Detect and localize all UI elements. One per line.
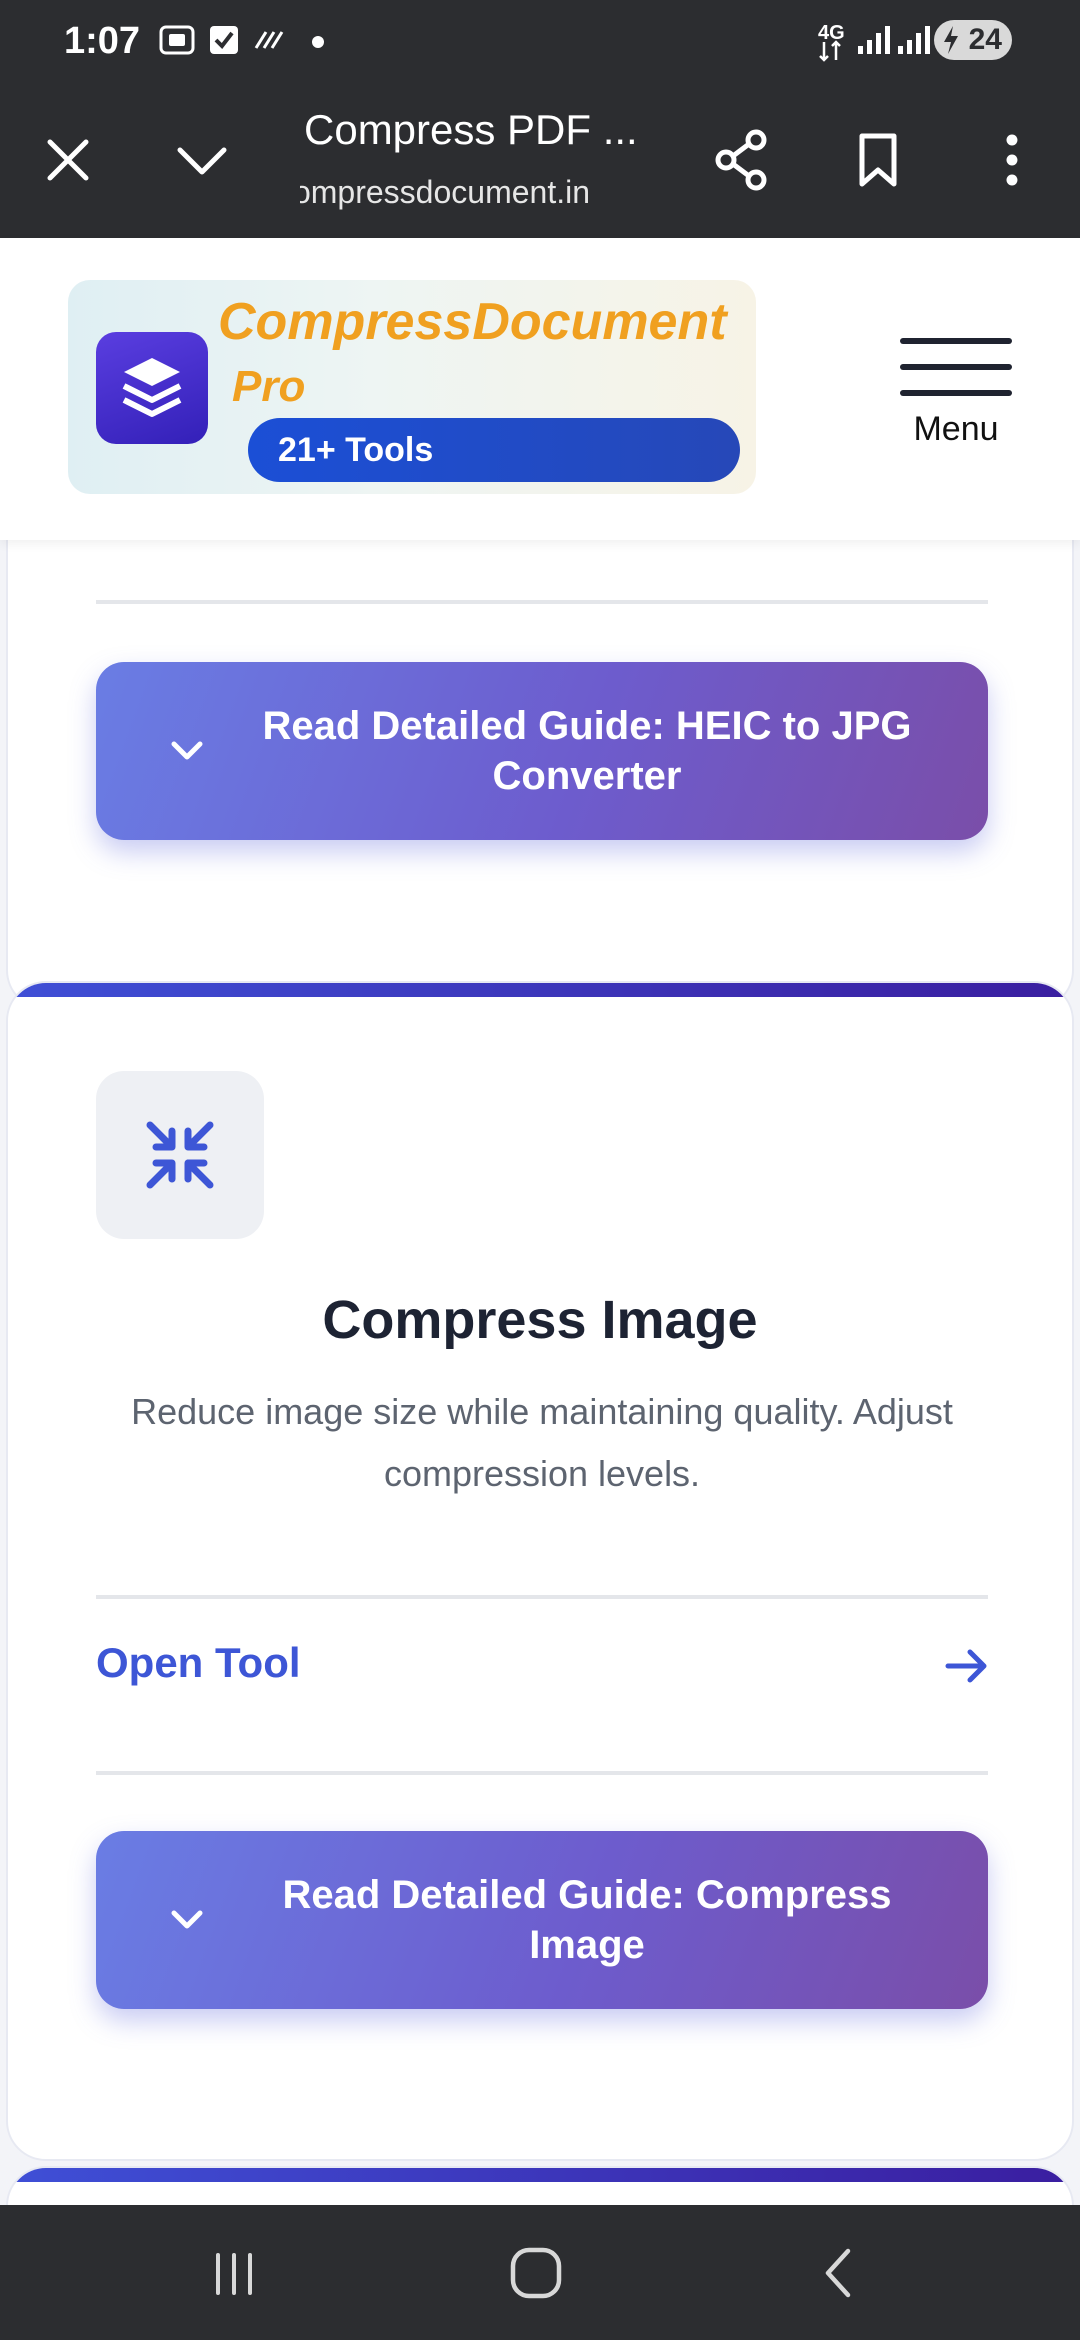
guide-label: Read Detailed Guide: Compress Image bbox=[282, 1873, 892, 1967]
site-logo[interactable]: CompressDocument Pro 21+ Tools bbox=[68, 280, 756, 494]
card-divider bbox=[96, 600, 988, 604]
tool-icon-box bbox=[96, 1071, 264, 1239]
hamburger-icon bbox=[900, 338, 1012, 344]
tool-description: Reduce image size while maintaining qual… bbox=[131, 1391, 953, 1494]
site-header: CompressDocument Pro 21+ Tools Menu bbox=[0, 238, 1080, 540]
card-divider bbox=[96, 1595, 988, 1599]
system-nav-bar bbox=[0, 2205, 1080, 2340]
logo-suffix: Pro bbox=[232, 362, 306, 411]
chevron-down-icon[interactable] bbox=[166, 124, 238, 196]
card-accent-bar bbox=[8, 2168, 1072, 2182]
card-accent-bar bbox=[8, 983, 1072, 997]
bookmark-icon[interactable] bbox=[842, 124, 914, 196]
charging-icon bbox=[944, 26, 958, 54]
tools-list: Read Detailed Guide: HEIC to JPG Convert… bbox=[0, 540, 1080, 2205]
tools-badge: 21+ Tools bbox=[248, 418, 740, 482]
data-arrows-icon bbox=[819, 40, 841, 62]
custom-tab-bar: Compress PDF ... compressdocument.in bbox=[0, 82, 1080, 238]
arrow-right-icon[interactable] bbox=[944, 1643, 990, 1689]
recent-apps-icon[interactable] bbox=[204, 2249, 264, 2299]
tool-card-next bbox=[6, 2166, 1074, 2205]
hamburger-line bbox=[900, 390, 1012, 396]
chevron-down-icon bbox=[171, 1910, 203, 1929]
screenshot-icon bbox=[159, 25, 195, 55]
guide-label: Read Detailed Guide: HEIC to JPG Convert… bbox=[262, 704, 912, 798]
dot-icon bbox=[312, 36, 324, 48]
tool-card-heic: Read Detailed Guide: HEIC to JPG Convert… bbox=[6, 540, 1074, 1010]
menu-label: Menu bbox=[913, 410, 999, 448]
signal-icon bbox=[858, 26, 890, 54]
logo-name: CompressDocument bbox=[218, 293, 727, 351]
logo-mark bbox=[96, 332, 208, 444]
card-divider bbox=[96, 1771, 988, 1775]
compress-arrows-icon bbox=[146, 1121, 214, 1189]
hatched-notification-icon bbox=[254, 31, 284, 49]
home-icon[interactable] bbox=[508, 2245, 564, 2301]
page-url: compressdocument.in bbox=[300, 174, 590, 210]
tool-card-compress-image: Compress Image Reduce image size while m… bbox=[6, 981, 1074, 2161]
share-icon[interactable] bbox=[706, 124, 778, 196]
tool-title: Compress Image bbox=[322, 1290, 758, 1350]
back-icon[interactable] bbox=[814, 2245, 864, 2301]
open-tool-link[interactable]: Open Tool bbox=[96, 1639, 301, 1687]
status-bar: 1:07 4G 24 bbox=[0, 0, 1080, 82]
close-icon[interactable] bbox=[32, 124, 104, 196]
menu-button[interactable]: Menu bbox=[896, 338, 1016, 458]
battery-percent: 24 bbox=[968, 23, 1002, 56]
guide-button-compress-image[interactable]: Read Detailed Guide: Compress Image bbox=[96, 1831, 988, 2009]
status-time: 1:07 bbox=[64, 20, 141, 62]
hamburger-line bbox=[900, 364, 1012, 370]
guide-button-heic[interactable]: Read Detailed Guide: HEIC to JPG Convert… bbox=[96, 662, 988, 840]
battery-level: 24 bbox=[934, 20, 1012, 60]
more-options-icon[interactable] bbox=[976, 124, 1048, 196]
checkbox-notification-icon bbox=[210, 26, 238, 54]
layers-icon bbox=[122, 358, 182, 417]
signal-icon-2 bbox=[898, 26, 930, 54]
chevron-down-icon bbox=[171, 741, 203, 760]
page-title: Compress PDF ... bbox=[304, 106, 638, 153]
